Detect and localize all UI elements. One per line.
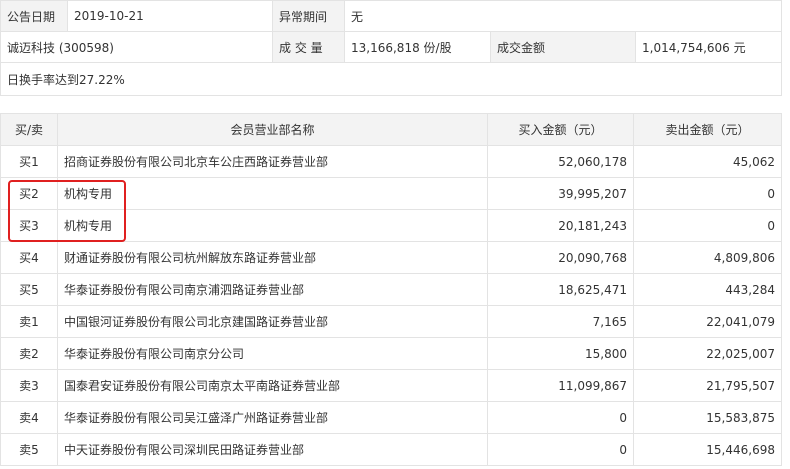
row-branch-name: 财通证券股份有限公司杭州解放东路证券营业部	[57, 241, 488, 274]
row-buy-amount: 0	[487, 401, 634, 434]
header-branch-name: 会员营业部名称	[57, 113, 488, 146]
row-sell-amount: 22,041,079	[633, 305, 782, 338]
table-row: 卖4 华泰证券股份有限公司吴江盛泽广州路证券营业部 0 15,583,875	[0, 401, 782, 434]
announcement-info-table: 公告日期 2019-10-21 异常期间 无 诚迈科技 (300598) 成 交…	[0, 0, 783, 96]
row-buy-amount: 20,090,768	[487, 241, 634, 274]
row-branch-name: 中天证券股份有限公司深圳民田路证券营业部	[57, 433, 488, 466]
table-row: 买2 机构专用 39,995,207 0	[0, 177, 782, 210]
row-branch-name: 国泰君安证券股份有限公司南京太平南路证券营业部	[57, 369, 488, 402]
row-sell-amount: 15,446,698	[633, 433, 782, 466]
stock-name: 诚迈科技 (300598)	[0, 31, 273, 63]
table-row: 买1 招商证券股份有限公司北京车公庄西路证券营业部 52,060,178 45,…	[0, 145, 782, 178]
row-buy-amount: 18,625,471	[487, 273, 634, 306]
amount-value: 1,014,754,606 元	[634, 31, 783, 63]
table-row: 买5 华泰证券股份有限公司南京浦泗路证券营业部 18,625,471 443,2…	[0, 273, 782, 306]
info-row-trade: 诚迈科技 (300598) 成 交 量 13,166,818 份/股 成交金额 …	[0, 31, 783, 63]
volume-label: 成 交 量	[272, 31, 345, 63]
row-buy-amount: 15,800	[487, 337, 634, 370]
period-value: 无	[343, 0, 783, 32]
row-buy-amount: 11,099,867	[487, 369, 634, 402]
amount-label: 成交金额	[490, 31, 636, 63]
row-buy-amount: 39,995,207	[487, 177, 634, 210]
header-side: 买/卖	[0, 113, 58, 146]
table-row: 买4 财通证券股份有限公司杭州解放东路证券营业部 20,090,768 4,80…	[0, 241, 782, 274]
row-side: 买5	[0, 273, 58, 306]
row-branch-name: 华泰证券股份有限公司南京分公司	[57, 337, 488, 370]
table-row: 卖2 华泰证券股份有限公司南京分公司 15,800 22,025,007	[0, 337, 782, 370]
row-side: 卖4	[0, 401, 58, 434]
row-branch-name: 机构专用	[57, 177, 488, 210]
row-sell-amount: 4,809,806	[633, 241, 782, 274]
info-row-date: 公告日期 2019-10-21 异常期间 无	[0, 0, 783, 32]
row-sell-amount: 22,025,007	[633, 337, 782, 370]
volume-value: 13,166,818 份/股	[344, 31, 491, 63]
row-side: 卖3	[0, 369, 58, 402]
row-sell-amount: 443,284	[633, 273, 782, 306]
row-side: 买2	[0, 177, 58, 210]
row-branch-name: 招商证券股份有限公司北京车公庄西路证券营业部	[57, 145, 488, 178]
date-value: 2019-10-21	[67, 0, 273, 32]
row-sell-amount: 21,795,507	[633, 369, 782, 402]
table-row: 卖1 中国银河证券股份有限公司北京建国路证券营业部 7,165 22,041,0…	[0, 305, 782, 338]
row-branch-name: 中国银河证券股份有限公司北京建国路证券营业部	[57, 305, 488, 338]
row-buy-amount: 7,165	[487, 305, 634, 338]
date-label: 公告日期	[0, 0, 68, 32]
row-sell-amount: 45,062	[633, 145, 782, 178]
row-sell-amount: 0	[633, 209, 782, 242]
row-branch-name: 华泰证券股份有限公司吴江盛泽广州路证券营业部	[57, 401, 488, 434]
trading-seats-table: 买/卖 会员营业部名称 买入金额（元） 卖出金额（元） 买1 招商证券股份有限公…	[0, 113, 782, 466]
row-branch-name: 机构专用	[57, 209, 488, 242]
table-header-row: 买/卖 会员营业部名称 买入金额（元） 卖出金额（元）	[0, 113, 782, 146]
table-row: 卖3 国泰君安证券股份有限公司南京太平南路证券营业部 11,099,867 21…	[0, 369, 782, 402]
row-buy-amount: 0	[487, 433, 634, 466]
row-buy-amount: 52,060,178	[487, 145, 634, 178]
table-row: 卖5 中天证券股份有限公司深圳民田路证券营业部 0 15,446,698	[0, 433, 782, 466]
row-sell-amount: 15,583,875	[633, 401, 782, 434]
info-row-reason: 日换手率达到27.22%	[0, 62, 783, 96]
row-buy-amount: 20,181,243	[487, 209, 634, 242]
row-side: 买4	[0, 241, 58, 274]
row-side: 买1	[0, 145, 58, 178]
row-side: 卖5	[0, 433, 58, 466]
header-buy-amount: 买入金额（元）	[487, 113, 634, 146]
header-sell-amount: 卖出金额（元）	[633, 113, 782, 146]
reason-text: 日换手率达到27.22%	[0, 62, 783, 96]
row-side: 卖1	[0, 305, 58, 338]
row-sell-amount: 0	[633, 177, 782, 210]
table-row: 买3 机构专用 20,181,243 0	[0, 209, 782, 242]
row-side: 买3	[0, 209, 58, 242]
row-branch-name: 华泰证券股份有限公司南京浦泗路证券营业部	[57, 273, 488, 306]
period-label: 异常期间	[272, 0, 345, 32]
row-side: 卖2	[0, 337, 58, 370]
